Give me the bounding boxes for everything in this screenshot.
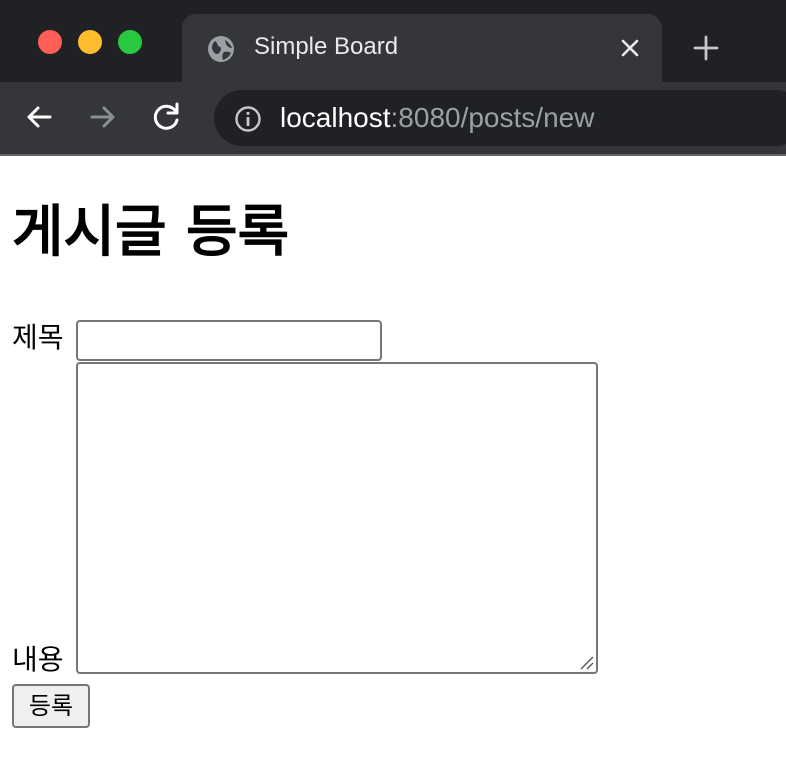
- tab-strip: Simple Board: [0, 0, 786, 82]
- page-content: 게시글 등록 제목 내용 등록: [0, 156, 786, 776]
- title-input[interactable]: [76, 320, 382, 361]
- browser-tab[interactable]: Simple Board: [182, 14, 662, 82]
- close-tab-icon[interactable]: [618, 36, 642, 60]
- submit-button[interactable]: 등록: [12, 684, 90, 728]
- globe-icon: [208, 36, 234, 62]
- forward-arrow-icon[interactable]: [86, 100, 120, 134]
- close-window-button[interactable]: [38, 30, 62, 54]
- resize-handle-icon[interactable]: [578, 654, 594, 670]
- browser-toolbar: localhost:8080/posts/new: [0, 82, 786, 154]
- info-icon[interactable]: [234, 105, 262, 133]
- content-label: 내용: [12, 643, 64, 676]
- title-label: 제목: [12, 321, 64, 354]
- back-arrow-icon[interactable]: [22, 100, 56, 134]
- content-textarea[interactable]: [76, 362, 598, 674]
- url-text: localhost:8080/posts/new: [280, 103, 594, 133]
- reload-icon[interactable]: [150, 100, 184, 134]
- tab-title: Simple Board: [254, 33, 399, 60]
- page-title: 게시글 등록: [12, 200, 290, 265]
- address-bar[interactable]: localhost:8080/posts/new: [214, 90, 786, 146]
- url-path: :8080/posts/new: [390, 102, 595, 133]
- url-host: localhost: [280, 102, 391, 133]
- new-tab-icon[interactable]: [692, 34, 720, 62]
- minimize-window-button[interactable]: [78, 30, 102, 54]
- maximize-window-button[interactable]: [118, 30, 142, 54]
- browser-chrome: Simple Board localhost:8080/posts/new: [0, 0, 786, 156]
